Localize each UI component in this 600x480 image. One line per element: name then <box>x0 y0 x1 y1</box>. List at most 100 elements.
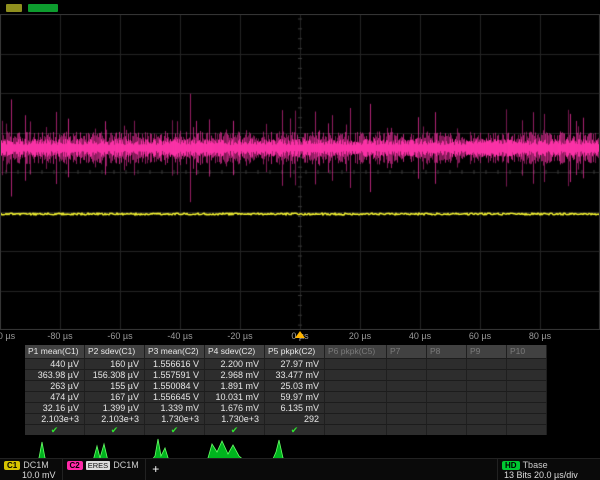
measure-value-cell <box>387 413 427 424</box>
measure-value-cell: 1.730e+3 <box>145 413 205 424</box>
measure-header-p2[interactable]: P2 sdev(C1) <box>85 345 145 358</box>
measure-value-cell: 1.339 mV <box>145 402 205 413</box>
c2-eres-badge: ERES <box>86 461 110 470</box>
measure-value-cell <box>325 380 387 391</box>
measure-value-cell <box>467 402 507 413</box>
hd-mode-chip: HD <box>502 461 520 470</box>
measure-value-cell: 292 <box>265 413 325 424</box>
time-axis-label: 20 µs <box>349 331 371 341</box>
measure-value-cell: 25.03 mV <box>265 380 325 391</box>
time-axis-label: -20 µs <box>227 331 252 341</box>
time-axis-label: 60 µs <box>469 331 491 341</box>
measure-status-check <box>325 424 387 435</box>
measure-value-cell: 155 µV <box>85 380 145 391</box>
measure-value-cell: 27.97 mV <box>265 358 325 369</box>
cursor-cross-icon[interactable]: + <box>146 459 166 480</box>
c2-coupling-label: DC1M <box>113 460 139 470</box>
measure-header-p7[interactable]: P7 <box>387 345 427 358</box>
measure-value-cell <box>427 413 467 424</box>
measure-value-cell: 2.103e+3 <box>85 413 145 424</box>
measure-value-cell: 440 µV <box>25 358 85 369</box>
measure-value-cell <box>507 358 547 369</box>
top-status-badges <box>6 4 58 12</box>
measure-value-cell <box>387 391 427 402</box>
measure-status-check <box>427 424 467 435</box>
measure-value-cell <box>387 358 427 369</box>
timebase-descriptor[interactable]: HD Tbase 13 Bits 20.0 µs/div <box>497 459 600 480</box>
measure-value-cell: 59.97 mV <box>265 391 325 402</box>
measure-value-cell: 2.103e+3 <box>25 413 85 424</box>
measure-value-cell <box>325 358 387 369</box>
acquisition-status-icon <box>28 4 58 12</box>
time-axis-label: -60 µs <box>107 331 132 341</box>
measure-status-check <box>467 424 507 435</box>
time-axis-label: 80 µs <box>529 331 551 341</box>
measure-value-cell <box>467 380 507 391</box>
measure-value-cell: 1.399 µV <box>85 402 145 413</box>
measure-status-check: ✔ <box>85 424 145 435</box>
measure-status-check <box>387 424 427 435</box>
measure-table-header: P1 mean(C1)P2 sdev(C1)P3 mean(C2)P4 sdev… <box>25 345 547 358</box>
measure-value-cell: 1.557591 V <box>145 369 205 380</box>
measure-value-cell: 2.200 mV <box>205 358 265 369</box>
measure-status-check: ✔ <box>145 424 205 435</box>
measure-value-cell: 1.676 mV <box>205 402 265 413</box>
tbase-label: Tbase <box>523 460 548 470</box>
waveform-display[interactable] <box>0 14 600 330</box>
c1-scale-label: 10.0 mV <box>4 470 56 480</box>
measure-row-6: 2.103e+32.103e+31.730e+31.730e+3292 <box>25 413 547 424</box>
measure-value-cell: 1.550084 V <box>145 380 205 391</box>
measure-header-p3[interactable]: P3 mean(C2) <box>145 345 205 358</box>
measure-status-check <box>507 424 547 435</box>
measure-value-cell <box>507 413 547 424</box>
measure-header-p8[interactable]: P8 <box>427 345 467 358</box>
time-axis-label: 40 µs <box>409 331 431 341</box>
channel-c1-descriptor[interactable]: C1 DC1M 10.0 mV <box>0 459 63 480</box>
measure-value-cell <box>325 413 387 424</box>
measure-status-row: ✔✔✔✔✔ <box>25 424 547 435</box>
measure-row-2: 363.98 µV156.308 µV1.557591 V2.968 mV33.… <box>25 369 547 380</box>
measure-value-cell: 167 µV <box>85 391 145 402</box>
measure-value-cell <box>427 391 467 402</box>
measure-value-cell: 33.477 mV <box>265 369 325 380</box>
channel-c2-descriptor[interactable]: C2 ERES DC1M <box>63 459 146 480</box>
time-axis-label: -80 µs <box>47 331 72 341</box>
measure-status-check: ✔ <box>205 424 265 435</box>
c2-scale-label <box>67 470 139 480</box>
measure-value-cell: 1.730e+3 <box>205 413 265 424</box>
measure-value-cell: 10.031 mV <box>205 391 265 402</box>
measure-value-cell <box>325 369 387 380</box>
bottom-bar: C1 DC1M 10.0 mV C2 ERES DC1M + HD Tbase … <box>0 458 600 480</box>
c1-chip: C1 <box>4 461 20 470</box>
measure-value-cell: 1.556616 V <box>145 358 205 369</box>
measure-value-cell <box>387 380 427 391</box>
measure-value-cell: 6.135 mV <box>265 402 325 413</box>
measure-header-p9[interactable]: P9 <box>467 345 507 358</box>
measure-header-p5[interactable]: P5 pkpk(C2) <box>265 345 325 358</box>
measure-value-cell <box>387 402 427 413</box>
time-axis-label: -40 µs <box>167 331 192 341</box>
measure-status-check: ✔ <box>25 424 85 435</box>
measure-value-cell <box>427 358 467 369</box>
measure-value-cell <box>325 402 387 413</box>
measure-header-p4[interactable]: P4 sdev(C2) <box>205 345 265 358</box>
c2-chip: C2 <box>67 461 83 470</box>
measure-value-cell <box>467 358 507 369</box>
measure-value-cell: 474 µV <box>25 391 85 402</box>
measure-row-4: 474 µV167 µV1.556645 V10.031 mV59.97 mV <box>25 391 547 402</box>
measure-value-cell: 2.968 mV <box>205 369 265 380</box>
trigger-position-marker[interactable] <box>295 331 305 338</box>
measure-header-p6[interactable]: P6 pkpk(C5) <box>325 345 387 358</box>
measure-value-cell: 1.556645 V <box>145 391 205 402</box>
measure-header-p1[interactable]: P1 mean(C1) <box>25 345 85 358</box>
measure-value-cell <box>387 369 427 380</box>
tbase-bits-label: 13 Bits <box>504 470 532 480</box>
measure-value-cell <box>427 380 467 391</box>
tbase-scale-label: 20.0 µs/div <box>534 470 578 480</box>
c1-coupling-label: DC1M <box>23 460 49 470</box>
measure-value-cell: 156.308 µV <box>85 369 145 380</box>
status-badge-icon <box>6 4 22 12</box>
oscilloscope-screen: -100 µs-80 µs-60 µs-40 µs-20 µs0 µs20 µs… <box>0 0 600 480</box>
measure-header-p10[interactable]: P10 <box>507 345 547 358</box>
measure-row-3: 263 µV155 µV1.550084 V1.891 mV25.03 mV <box>25 380 547 391</box>
